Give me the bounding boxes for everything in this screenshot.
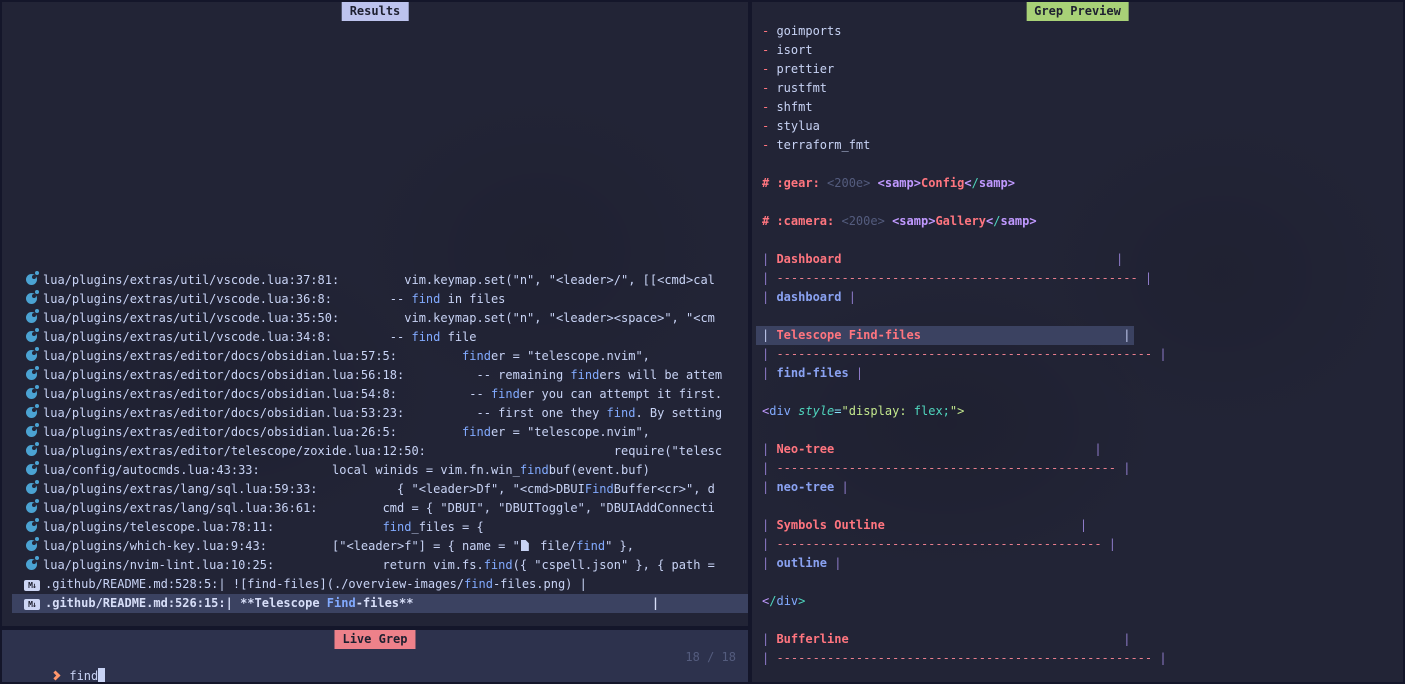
result-row[interactable]: lua/plugins/telescope.lua:78:11: find_fi…	[2, 518, 748, 537]
lua-icon	[26, 350, 37, 361]
preview-line: | dashboard |	[752, 288, 1403, 307]
preview-line: | Dashboard |	[752, 250, 1403, 269]
result-counter: 18 / 18	[685, 648, 736, 667]
preview-line: | --------------------------------------…	[752, 649, 1403, 668]
markdown-icon	[24, 599, 40, 610]
preview-line: | Symbols Outline |	[752, 516, 1403, 535]
preview-line: - shfmt	[752, 98, 1403, 117]
result-row[interactable]: lua/plugins/extras/editor/docs/obsidian.…	[2, 423, 748, 442]
preview-line: </div>	[752, 592, 1403, 611]
lua-icon	[26, 369, 37, 380]
preview-line: | --------------------------------------…	[752, 459, 1403, 478]
preview-line: - terraform_fmt	[752, 136, 1403, 155]
lua-icon	[26, 274, 37, 285]
lua-icon	[26, 483, 37, 494]
prompt-panel[interactable]: Live Grep find 18 / 18	[2, 630, 748, 682]
lua-icon	[26, 331, 37, 342]
lua-icon	[26, 521, 37, 532]
result-row[interactable]: lua/plugins/extras/lang/sql.lua:36:61: c…	[2, 499, 748, 518]
file-icon	[521, 540, 529, 551]
preview-line: - prettier	[752, 60, 1403, 79]
preview-line	[752, 231, 1403, 250]
prompt-chevron-icon	[51, 671, 61, 681]
preview-line: | --------------------------------------…	[752, 345, 1403, 364]
preview-line: - goimports	[752, 22, 1403, 41]
lua-icon	[26, 293, 37, 304]
lua-icon	[26, 464, 37, 475]
preview-line: | Neo-tree |	[752, 440, 1403, 459]
result-row[interactable]: lua/config/autocmds.lua:43:33: local win…	[2, 461, 748, 480]
preview-line	[752, 155, 1403, 174]
preview-line	[752, 497, 1403, 516]
result-row[interactable]: .github/README.md:528:5:| ![find-files](…	[2, 575, 748, 594]
result-row[interactable]: lua/plugins/extras/editor/docs/obsidian.…	[2, 385, 748, 404]
result-row[interactable]: lua/plugins/extras/util/vscode.lua:37:81…	[2, 271, 748, 290]
preview-line: | outline |	[752, 554, 1403, 573]
preview-line	[752, 573, 1403, 592]
result-row-selected[interactable]: .github/README.md:526:15:| **Telescope F…	[12, 594, 748, 613]
preview-line	[752, 193, 1403, 212]
result-row[interactable]: lua/plugins/extras/editor/docs/obsidian.…	[2, 404, 748, 423]
lua-icon	[26, 388, 37, 399]
result-row[interactable]: lua/plugins/extras/editor/docs/obsidian.…	[2, 347, 748, 366]
preview-line-highlighted: | Telescope Find-files |	[752, 326, 1403, 345]
text-cursor	[98, 668, 105, 682]
lua-icon	[26, 540, 37, 551]
preview-line	[752, 421, 1403, 440]
preview-line: | --------------------------------------…	[752, 269, 1403, 288]
preview-panel-title: Grep Preview	[1026, 2, 1129, 21]
preview-line: # :gear: <200e> <samp>Config</samp>	[752, 174, 1403, 193]
result-row[interactable]: lua/plugins/extras/editor/docs/obsidian.…	[2, 366, 748, 385]
search-query-text: find	[69, 669, 98, 683]
results-list: lua/plugins/extras/util/vscode.lua:37:81…	[2, 271, 748, 613]
search-input[interactable]: find 18 / 18	[2, 648, 748, 667]
lua-icon	[26, 445, 37, 456]
result-row[interactable]: lua/plugins/extras/util/vscode.lua:34:8:…	[2, 328, 748, 347]
preview-line: | --------------------------------------…	[752, 535, 1403, 554]
lua-icon	[26, 426, 37, 437]
lua-icon	[26, 502, 37, 513]
results-panel-title: Results	[342, 2, 409, 21]
result-row[interactable]: lua/plugins/extras/util/vscode.lua:36:8:…	[2, 290, 748, 309]
telescope-live-grep-screen: Results lua/plugins/extras/util/vscode.l…	[0, 0, 1405, 684]
preview-line: - stylua	[752, 117, 1403, 136]
result-row[interactable]: lua/plugins/which-key.lua:9:43: ["<leade…	[2, 537, 748, 556]
preview-content: - goimports- isort- prettier- rustfmt- s…	[752, 22, 1403, 668]
preview-line: <div style="display: flex;">	[752, 402, 1403, 421]
preview-line: | find-files |	[752, 364, 1403, 383]
preview-line: | Bufferline |	[752, 630, 1403, 649]
preview-line: | neo-tree |	[752, 478, 1403, 497]
preview-panel: Grep Preview - goimports- isort- prettie…	[752, 2, 1403, 682]
preview-line	[752, 383, 1403, 402]
preview-line	[752, 307, 1403, 326]
result-row[interactable]: lua/plugins/extras/lang/sql.lua:59:33: {…	[2, 480, 748, 499]
preview-line: - rustfmt	[752, 79, 1403, 98]
preview-line: - isort	[752, 41, 1403, 60]
result-row[interactable]: lua/plugins/nvim-lint.lua:10:25: return …	[2, 556, 748, 575]
result-row[interactable]: lua/plugins/extras/util/vscode.lua:35:50…	[2, 309, 748, 328]
markdown-icon	[24, 580, 40, 591]
lua-icon	[26, 559, 37, 570]
prompt-panel-title: Live Grep	[334, 630, 415, 649]
preview-line	[752, 611, 1403, 630]
preview-line: # :camera: <200e> <samp>Gallery</samp>	[752, 212, 1403, 231]
lua-icon	[26, 312, 37, 323]
result-row[interactable]: lua/plugins/extras/editor/telescope/zoxi…	[2, 442, 748, 461]
results-panel: Results lua/plugins/extras/util/vscode.l…	[2, 2, 748, 626]
lua-icon	[26, 407, 37, 418]
